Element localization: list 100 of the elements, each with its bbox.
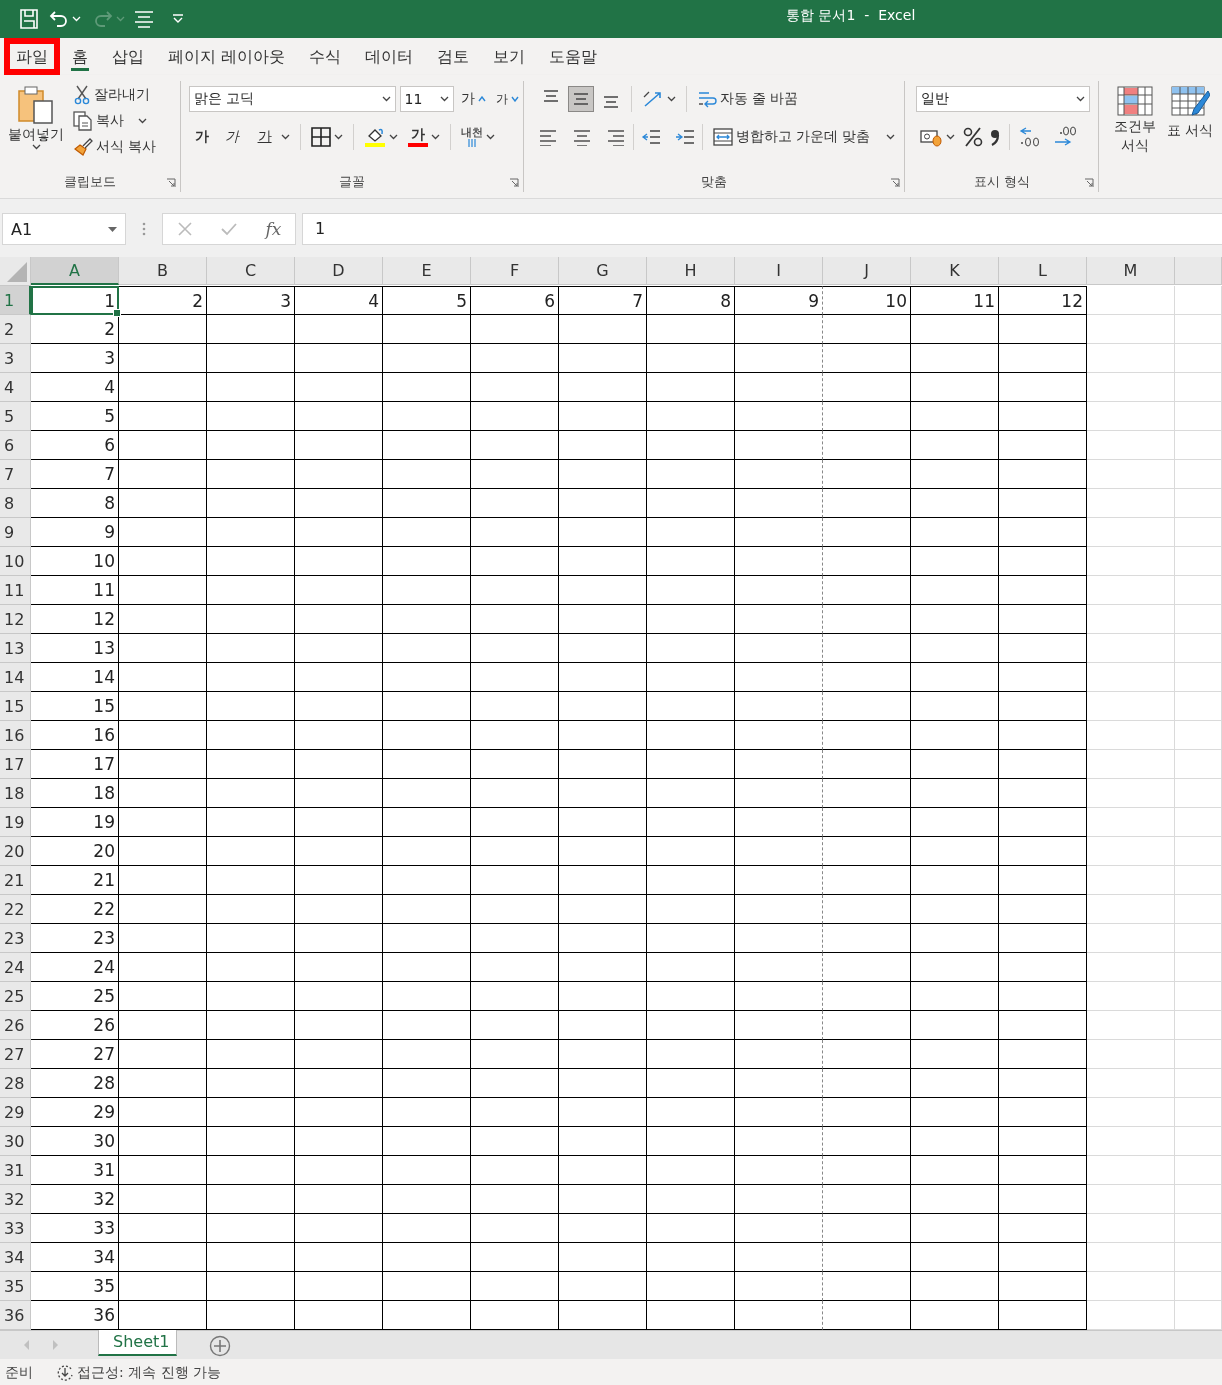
- number-format-dropdown[interactable]: 일반: [916, 86, 1091, 112]
- caret-icon[interactable]: [388, 134, 398, 140]
- row-header[interactable]: 4: [0, 373, 31, 402]
- percent-icon[interactable]: [962, 126, 985, 148]
- row-header[interactable]: 34: [0, 1243, 31, 1272]
- dialog-launcher-icon[interactable]: [1083, 178, 1094, 188]
- column-header[interactable]: M: [1087, 257, 1175, 285]
- save-icon[interactable]: [18, 8, 40, 30]
- caret-icon[interactable]: [333, 134, 343, 140]
- row-header[interactable]: 35: [0, 1272, 31, 1301]
- row-header[interactable]: 20: [0, 837, 31, 866]
- ribbon-tab[interactable]: 보기: [481, 38, 538, 75]
- ribbon-tab[interactable]: 파일: [4, 38, 60, 75]
- touch-mode-icon[interactable]: [134, 10, 154, 28]
- caret-icon[interactable]: [381, 96, 391, 102]
- caret-icon[interactable]: [31, 144, 41, 150]
- row-header[interactable]: 9: [0, 518, 31, 547]
- row-header[interactable]: 13: [0, 634, 31, 663]
- row-header[interactable]: 17: [0, 750, 31, 779]
- row-header[interactable]: 2: [0, 315, 31, 344]
- accessibility-status[interactable]: 접근성: 계속 진행 가능: [77, 1363, 222, 1382]
- row-header[interactable]: 23: [0, 924, 31, 953]
- increase-font-size-button[interactable]: 가: [457, 88, 489, 110]
- caret-icon[interactable]: [946, 134, 956, 140]
- sheet-tab[interactable]: Sheet1: [98, 1330, 177, 1356]
- caret-icon[interactable]: [485, 134, 495, 140]
- caret-icon[interactable]: [666, 96, 676, 102]
- row-header[interactable]: 19: [0, 808, 31, 837]
- row-header[interactable]: 24: [0, 953, 31, 982]
- row-header[interactable]: 22: [0, 895, 31, 924]
- phonetic-button[interactable]: 내천: [460, 127, 483, 139]
- row-header[interactable]: 33: [0, 1214, 31, 1243]
- conditional-formatting-button[interactable]: 조건부 서식: [1108, 83, 1161, 157]
- row-header[interactable]: 30: [0, 1127, 31, 1156]
- align-right-icon[interactable]: [605, 128, 626, 146]
- bold-button[interactable]: 가: [188, 128, 215, 146]
- ribbon-tab[interactable]: 페이지 레이아웃: [156, 38, 298, 75]
- wrap-text-button[interactable]: 자동 줄 바꿈: [693, 87, 802, 111]
- underline-button[interactable]: 가: [251, 128, 278, 146]
- ribbon-tab[interactable]: 데이터: [353, 38, 426, 75]
- caret-icon[interactable]: [280, 134, 290, 140]
- column-header[interactable]: C: [207, 257, 295, 285]
- row-header[interactable]: 21: [0, 866, 31, 895]
- fill-color-icon[interactable]: [363, 126, 386, 148]
- row-header[interactable]: 28: [0, 1069, 31, 1098]
- italic-button[interactable]: 가: [218, 128, 245, 146]
- cut-button[interactable]: 잘라내기: [70, 83, 160, 107]
- align-left-icon[interactable]: [537, 128, 558, 146]
- column-header[interactable]: A: [31, 257, 119, 285]
- column-header[interactable]: L: [999, 257, 1087, 285]
- row-header[interactable]: 11: [0, 576, 31, 605]
- row-header[interactable]: 26: [0, 1011, 31, 1040]
- dialog-launcher-icon[interactable]: [890, 178, 901, 188]
- caret-icon[interactable]: [886, 134, 896, 140]
- row-header[interactable]: 5: [0, 402, 31, 431]
- row-header[interactable]: 8: [0, 489, 31, 518]
- row-header[interactable]: 27: [0, 1040, 31, 1069]
- caret-icon[interactable]: [430, 134, 440, 140]
- row-header[interactable]: 3: [0, 344, 31, 373]
- increase-indent-icon[interactable]: [674, 128, 695, 146]
- row-header[interactable]: 1: [0, 286, 31, 315]
- caret-icon[interactable]: [138, 118, 147, 124]
- decrease-decimal-icon[interactable]: [1053, 126, 1078, 148]
- accounting-format-icon[interactable]: [919, 127, 944, 147]
- row-header[interactable]: 36: [0, 1301, 31, 1330]
- font-color-button[interactable]: 가: [407, 127, 428, 147]
- fill-handle[interactable]: [113, 309, 121, 317]
- row-header[interactable]: 31: [0, 1156, 31, 1185]
- dialog-launcher-icon[interactable]: [165, 178, 176, 188]
- row-header[interactable]: 12: [0, 605, 31, 634]
- undo-icon[interactable]: [49, 9, 69, 29]
- row-header[interactable]: 7: [0, 460, 31, 489]
- column-header[interactable]: D: [295, 257, 383, 285]
- row-header[interactable]: 18: [0, 779, 31, 808]
- column-header[interactable]: I: [735, 257, 823, 285]
- borders-icon[interactable]: [310, 127, 331, 147]
- format-as-table-button[interactable]: 표 서식: [1164, 83, 1216, 142]
- vertical-align-button[interactable]: [567, 86, 594, 112]
- column-header[interactable]: F: [471, 257, 559, 285]
- dropdown-arrow-icon[interactable]: [108, 226, 117, 232]
- customize-icon[interactable]: [172, 14, 184, 24]
- format-painter-button[interactable]: 서식 복사: [70, 135, 160, 159]
- paste-button[interactable]: 붙여넣기: [6, 83, 66, 152]
- column-header[interactable]: B: [119, 257, 207, 285]
- column-header[interactable]: J: [823, 257, 911, 285]
- column-header[interactable]: E: [383, 257, 471, 285]
- row-header[interactable]: 14: [0, 663, 31, 692]
- ribbon-tab[interactable]: 검토: [425, 38, 482, 75]
- formula-input[interactable]: 1: [302, 213, 1222, 245]
- caret-icon[interactable]: [439, 96, 449, 102]
- row-header[interactable]: 6: [0, 431, 31, 460]
- decrease-indent-icon[interactable]: [640, 128, 661, 146]
- align-center-icon[interactable]: [571, 128, 592, 146]
- row-header[interactable]: 10: [0, 547, 31, 576]
- row-header[interactable]: 29: [0, 1098, 31, 1127]
- copy-button[interactable]: 복사: [70, 109, 160, 133]
- row-header[interactable]: 32: [0, 1185, 31, 1214]
- add-sheet-icon[interactable]: [209, 1335, 231, 1357]
- column-header[interactable]: K: [911, 257, 999, 285]
- ribbon-tab[interactable]: 수식: [297, 38, 354, 75]
